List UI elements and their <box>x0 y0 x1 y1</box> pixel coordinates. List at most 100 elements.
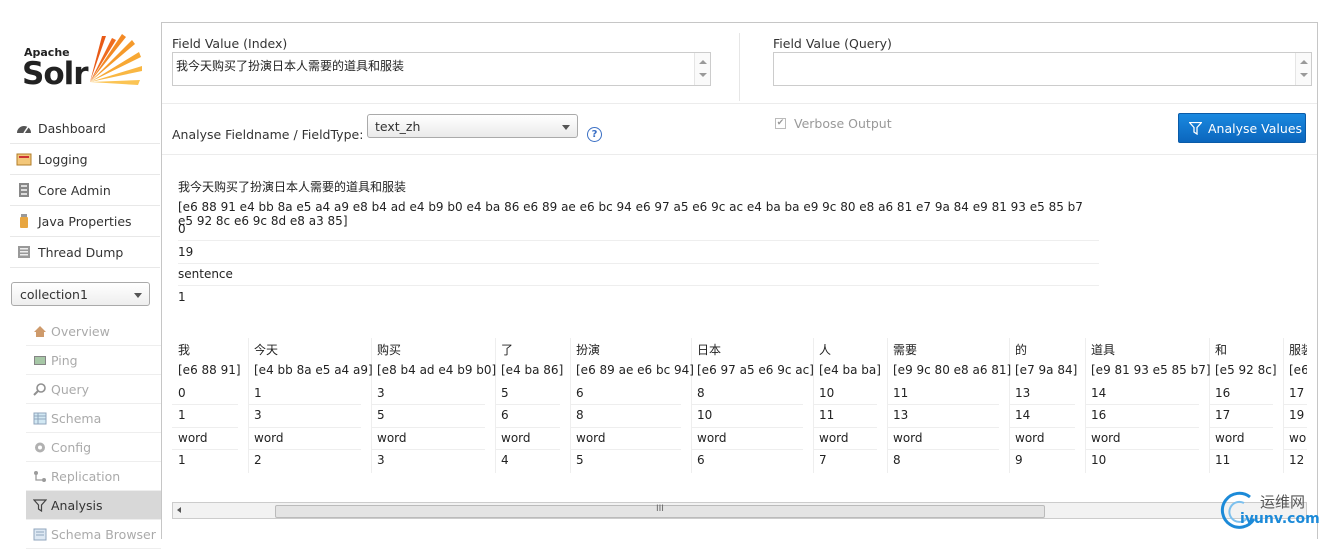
core-nav-config[interactable]: Config <box>26 433 161 462</box>
row-divider <box>172 427 238 428</box>
row-divider <box>1209 449 1273 450</box>
grip-icon: III <box>656 504 664 514</box>
verbose-output-checkbox[interactable]: ✔ Verbose Output <box>775 116 892 131</box>
sentence-position: 1 <box>178 290 186 304</box>
token-start: 8 <box>697 386 705 400</box>
row-divider <box>248 449 361 450</box>
help-icon[interactable]: ? <box>587 127 602 142</box>
analyse-values-button[interactable]: Analyse Values <box>1178 113 1306 143</box>
gear-icon <box>33 441 47 454</box>
sentence-position-row: 1 <box>178 286 1099 308</box>
home-icon <box>33 325 47 338</box>
watermark-cn-text: 运维网 <box>1260 493 1306 511</box>
nav-java-properties[interactable]: Java Properties <box>10 206 160 237</box>
token-position: 3 <box>377 453 385 467</box>
core-nav-analysis[interactable]: Analysis <box>26 491 161 520</box>
token-bytes: [e9 9c 80 e8 a6 81] <box>893 363 1012 377</box>
token-type: word <box>819 431 849 445</box>
core-nav-analysis-label: Analysis <box>51 497 103 513</box>
token-start: 6 <box>576 386 584 400</box>
token-position: 12 <box>1289 453 1305 467</box>
token-type: word <box>377 431 407 445</box>
logging-icon <box>16 152 32 166</box>
token-column: 服装 [e6 17 19 wo 12 <box>1283 338 1307 473</box>
token-start: 11 <box>893 386 909 400</box>
token-start: 1 <box>254 386 262 400</box>
token-column: 扮演 [e6 89 ae e6 bc 94] 6 8 word 5 <box>570 338 694 473</box>
row-divider <box>172 449 238 450</box>
row-divider <box>691 404 803 405</box>
replication-icon <box>33 470 47 483</box>
nav-dashboard[interactable]: Dashboard <box>10 113 160 144</box>
row-divider <box>813 404 877 405</box>
checkbox-checked-icon: ✔ <box>775 118 786 129</box>
index-value-text: 我今天购买了扮演日本人需要的道具和服装 <box>176 59 405 73</box>
nav-core-admin[interactable]: Core Admin <box>10 175 160 206</box>
token-position: 4 <box>501 453 509 467</box>
core-nav-replication[interactable]: Replication <box>26 462 161 491</box>
core-admin-icon <box>16 183 32 197</box>
sentence-text: 我今天购买了扮演日本人需要的道具和服装 <box>178 180 407 194</box>
token-column: 我 [e6 88 91] 0 1 word 1 <box>172 338 249 473</box>
analyse-values-label: Analyse Values <box>1208 121 1303 136</box>
row-divider <box>1283 449 1307 450</box>
core-nav-query[interactable]: Query <box>26 375 161 404</box>
token-end: 3 <box>254 408 262 422</box>
index-value-input[interactable]: 我今天购买了扮演日本人需要的道具和服装 <box>172 52 711 86</box>
token-text: 日本 <box>697 343 722 357</box>
solr-logo[interactable]: Apache Solr <box>22 30 144 94</box>
token-text: 我 <box>178 343 191 357</box>
fieldtype-select-value: text_zh <box>375 119 421 134</box>
row-divider <box>887 404 999 405</box>
java-icon <box>16 214 32 228</box>
scroll-up-icon <box>1300 60 1308 64</box>
core-nav-overview[interactable]: Overview <box>26 317 161 346</box>
row-divider <box>813 427 877 428</box>
solr-sun-icon <box>90 34 142 85</box>
row-divider <box>495 404 560 405</box>
token-column: 购买 [e8 b4 ad e4 b9 b0] 3 5 word 3 <box>371 338 496 473</box>
scrollbar-thumb[interactable]: III <box>275 504 1045 518</box>
core-selector[interactable]: collection1 <box>11 282 150 306</box>
row-divider <box>1009 449 1075 450</box>
row-divider <box>813 449 877 450</box>
token-position: 11 <box>1215 453 1231 467</box>
token-bytes: [e4 bb 8a e5 a4 a9] <box>254 363 373 377</box>
watermark-domain-text: iyunv.com <box>1240 511 1320 527</box>
token-end: 11 <box>819 408 835 422</box>
token-column: 人 [e4 ba ba] 10 11 word 7 <box>813 338 888 473</box>
row-divider <box>1085 427 1199 428</box>
core-nav-config-label: Config <box>51 439 92 455</box>
token-start: 13 <box>1015 386 1031 400</box>
main-nav: Dashboard Logging Core Admin Java Proper… <box>10 113 160 268</box>
token-bytes: [e4 ba ba] <box>819 363 881 377</box>
core-nav-schema[interactable]: Schema <box>26 404 161 433</box>
core-nav-schema-browser[interactable]: Schema Browser <box>26 520 161 549</box>
fieldtype-select[interactable]: text_zh <box>367 114 578 138</box>
token-column: 和 [e5 92 8c] 16 17 word 11 <box>1209 338 1284 473</box>
textarea-scrollbar[interactable] <box>694 53 710 85</box>
scroll-left-icon[interactable] <box>177 507 181 513</box>
token-type: word <box>501 431 531 445</box>
token-type: word <box>697 431 727 445</box>
query-icon <box>33 382 47 396</box>
row-divider <box>1009 404 1075 405</box>
token-position: 1 <box>178 453 186 467</box>
chevron-down-icon <box>134 293 142 298</box>
sentence-bytes-row: [e6 88 91 e4 bb 8a e5 a4 a9 e8 b4 ad e4 … <box>178 196 1099 228</box>
schema-icon <box>33 412 47 425</box>
core-nav-ping[interactable]: Ping <box>26 346 161 375</box>
token-column: 道具 [e9 81 93 e5 85 b7] 14 16 word 10 <box>1085 338 1211 473</box>
query-value-input[interactable] <box>773 52 1312 86</box>
nav-thread-dump[interactable]: Thread Dump <box>10 237 160 268</box>
token-text: 的 <box>1015 343 1028 357</box>
scroll-up-icon <box>699 60 707 64</box>
token-start: 10 <box>819 386 835 400</box>
nav-logging[interactable]: Logging <box>10 144 160 175</box>
row-divider <box>1085 449 1199 450</box>
sentence-text-row: 我今天购买了扮演日本人需要的道具和服装 <box>178 174 1099 196</box>
token-start: 3 <box>377 386 385 400</box>
row-divider <box>570 404 681 405</box>
horizontal-scrollbar[interactable]: III <box>172 502 1307 519</box>
textarea-scrollbar[interactable] <box>1295 53 1311 85</box>
